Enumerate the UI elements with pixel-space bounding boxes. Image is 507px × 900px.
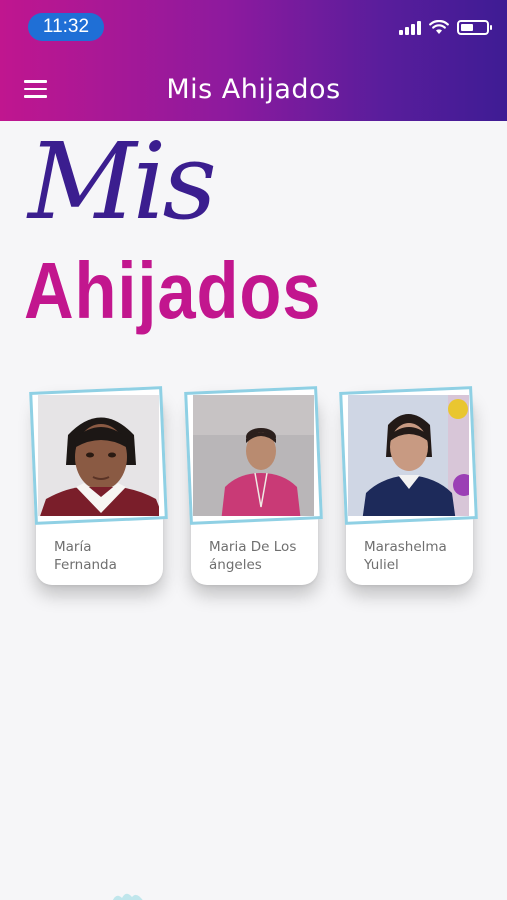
hero-title-mis: Mis (28, 120, 217, 243)
battery-icon (457, 20, 492, 35)
cellular-signal-icon (399, 20, 421, 35)
godchild-photo-frame (29, 386, 168, 525)
godchild-photo (38, 395, 159, 516)
godchild-photo (348, 395, 469, 516)
hero-title-ahijados: Ahijados (24, 246, 322, 335)
godchild-card[interactable]: Marashelma Yuliel (339, 386, 478, 585)
decorative-leaves-icon (112, 893, 143, 900)
status-time: 11:32 (28, 13, 104, 41)
godchild-card[interactable]: Maria De Los ángeles (184, 386, 323, 585)
godchild-photo-frame (339, 386, 478, 525)
godchild-name: María Fernanda (54, 539, 117, 573)
page-title: Mis Ahijados (166, 74, 341, 105)
godchild-name: Marashelma Yuliel (364, 539, 447, 573)
wifi-icon (429, 20, 449, 34)
godchild-photo-frame (184, 386, 323, 525)
status-icons (399, 20, 492, 35)
app-header: 11:32 Mis Ahijados (0, 0, 507, 121)
godchild-name: Maria De Los ángeles (209, 539, 297, 573)
godchild-card[interactable]: María Fernanda (29, 386, 168, 585)
godchild-photo (193, 395, 314, 516)
